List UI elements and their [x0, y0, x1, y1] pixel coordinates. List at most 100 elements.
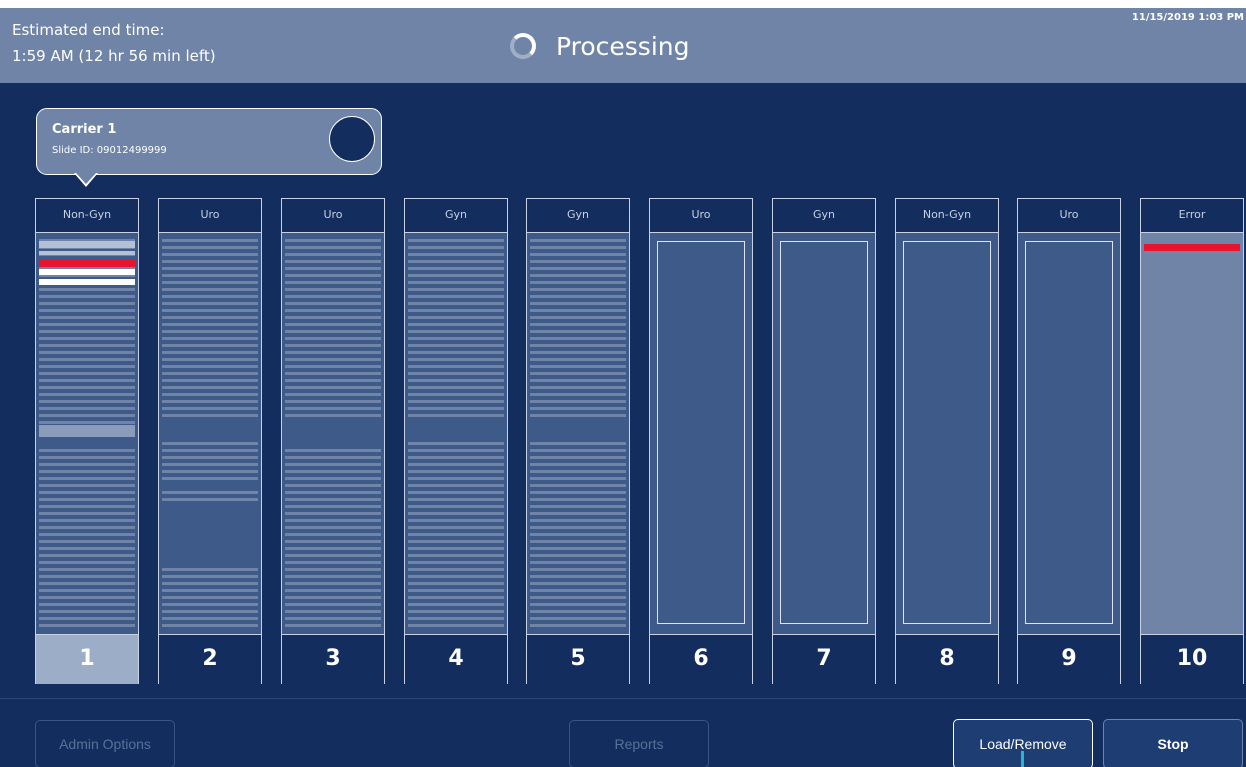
- slide-slot: [285, 547, 381, 550]
- slide-slot: [285, 491, 381, 494]
- carrier-5[interactable]: Gyn 5: [526, 198, 630, 684]
- slide-slot: [39, 372, 135, 375]
- slide-slot: [530, 505, 626, 508]
- carrier-number: 6: [650, 634, 752, 684]
- reports-button[interactable]: Reports: [569, 720, 709, 767]
- slide-slot: [162, 365, 258, 368]
- slide-slot: [39, 477, 135, 480]
- processing-screen: Estimated end time: 1:59 AM (12 hr 56 mi…: [0, 8, 1246, 767]
- slide-slot: [530, 533, 626, 536]
- slide-slot: [39, 596, 135, 599]
- slide-slot: [408, 372, 504, 375]
- slide-slot: [408, 540, 504, 543]
- slide-slot: [39, 414, 135, 417]
- slide-slot: [162, 393, 258, 396]
- slide-slot: [530, 407, 626, 410]
- slide-slot: [408, 379, 504, 382]
- slide-slot: [408, 267, 504, 270]
- carrier-10[interactable]: Error 10: [1140, 198, 1244, 684]
- slide-slot: [162, 596, 258, 599]
- carrier-2[interactable]: Uro 2: [158, 198, 262, 684]
- carrier-8[interactable]: Non-Gyn 8: [895, 198, 999, 684]
- carrier-type-label: Gyn: [527, 199, 629, 233]
- slide-slot: [408, 274, 504, 277]
- empty-carrier-frame: [780, 241, 868, 624]
- carrier-9[interactable]: Uro 9: [1017, 198, 1121, 684]
- slide-slot: [408, 533, 504, 536]
- slide-slot: [162, 477, 258, 480]
- header-bar: Estimated end time: 1:59 AM (12 hr 56 mi…: [0, 8, 1246, 83]
- carrier-3[interactable]: Uro 3: [281, 198, 385, 684]
- slide-slot: [162, 295, 258, 298]
- slide-slot: [162, 624, 258, 627]
- slide-slot: [285, 540, 381, 543]
- slide-slot: [39, 358, 135, 361]
- slide-slot: [285, 288, 381, 291]
- touch-indicator: [1021, 751, 1024, 767]
- slide-slot: [39, 337, 135, 340]
- slide-slot: [285, 624, 381, 627]
- footer-bar: Admin Options Reports Load/Remove Stop: [0, 698, 1246, 767]
- slide-slot: [285, 596, 381, 599]
- admin-options-button[interactable]: Admin Options: [35, 720, 175, 767]
- slide-slot: [408, 302, 504, 305]
- stop-button[interactable]: Stop: [1103, 719, 1243, 767]
- estimated-end-label: Estimated end time:: [12, 21, 165, 39]
- slide-slot: [39, 561, 135, 564]
- carrier-6[interactable]: Uro 6: [649, 198, 753, 684]
- carrier-number: 9: [1018, 634, 1120, 684]
- slide-slot: [408, 610, 504, 613]
- slide-slot: [39, 316, 135, 319]
- slide-slot: [162, 379, 258, 382]
- slide-slot: [408, 456, 504, 459]
- carrier-4[interactable]: Gyn 4: [404, 198, 508, 684]
- carrier-slot-area: [896, 233, 998, 634]
- slide-slot: [285, 330, 381, 333]
- carrier-slot-area: [1018, 233, 1120, 634]
- carrier-number: 4: [405, 634, 507, 684]
- slide-slot: [39, 484, 135, 487]
- slide-slot: [530, 358, 626, 361]
- slide-slot: [39, 470, 135, 473]
- slide-slot: [285, 526, 381, 529]
- slide-slot: [39, 279, 135, 285]
- carrier-slot-area: [1141, 233, 1243, 634]
- slide-slot: [408, 603, 504, 606]
- slide-slot: [408, 358, 504, 361]
- slide-slot: [39, 393, 135, 396]
- slide-slot: [530, 372, 626, 375]
- slide-slot: [162, 344, 258, 347]
- slide-slot: [285, 372, 381, 375]
- carrier-type-label: Gyn: [773, 199, 875, 233]
- carrier-number: 10: [1141, 634, 1243, 684]
- slide-slot: [39, 323, 135, 326]
- slide-slot: [530, 274, 626, 277]
- slide-slot: [530, 519, 626, 522]
- slide-slot: [285, 456, 381, 459]
- slide-slot: [408, 246, 504, 249]
- slide-slot: [285, 267, 381, 270]
- slide-slot: [408, 400, 504, 403]
- slide-slot: [530, 512, 626, 515]
- slide-slot: [39, 512, 135, 515]
- slide-slot: [530, 442, 626, 445]
- slide-slot: [408, 295, 504, 298]
- slide-slot: [162, 316, 258, 319]
- slide-slot: [530, 414, 626, 417]
- slide-slot: [285, 316, 381, 319]
- slide-slot: [39, 547, 135, 550]
- slide-slot: [530, 365, 626, 368]
- popup-slide-id: Slide ID: 09012499999: [52, 145, 167, 156]
- slide-slot: [39, 519, 135, 522]
- slide-slot: [530, 267, 626, 270]
- slide-slot: [39, 269, 135, 275]
- slide-slot: [285, 323, 381, 326]
- slide-slot: [162, 449, 258, 452]
- slide-slot: [162, 617, 258, 620]
- carrier-7[interactable]: Gyn 7: [772, 198, 876, 684]
- carrier-1[interactable]: Non-Gyn 1: [35, 198, 139, 684]
- slide-slot: [530, 393, 626, 396]
- slide-slot: [162, 337, 258, 340]
- slide-slot: [285, 512, 381, 515]
- carrier-number: 1: [36, 634, 138, 684]
